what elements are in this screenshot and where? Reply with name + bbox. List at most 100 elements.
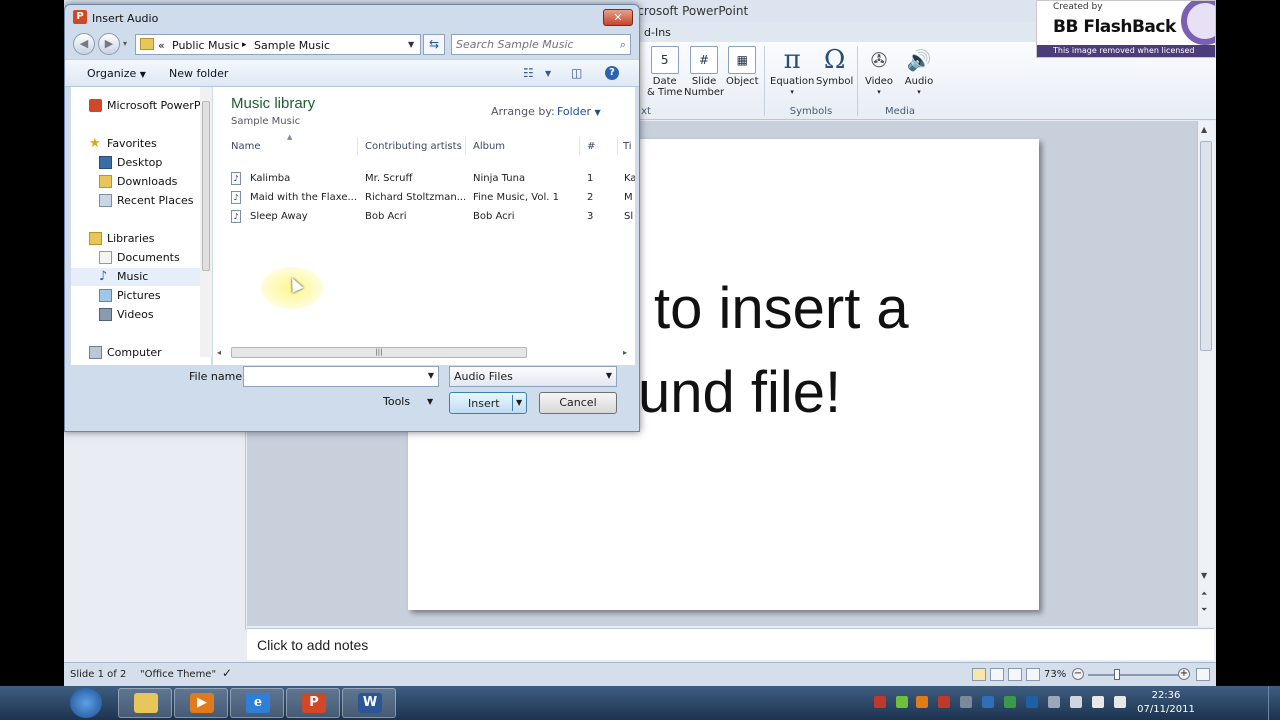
- tray-app-icon[interactable]: [1048, 696, 1060, 708]
- nav-item-favorites[interactable]: ★ Favorites: [71, 135, 211, 153]
- column-header-title[interactable]: Ti: [623, 141, 632, 152]
- slide-text-line-2[interactable]: und file!: [638, 351, 841, 435]
- nav-item-recent-places[interactable]: Recent Places: [71, 192, 211, 210]
- column-header-album[interactable]: Album: [473, 141, 505, 152]
- file-list-horizontal-scrollbar[interactable]: ◂ ||| ▸: [213, 345, 635, 362]
- scroll-down-icon[interactable]: ▼: [1201, 571, 1207, 580]
- tray-app-icon[interactable]: [1004, 696, 1016, 708]
- notes-pane[interactable]: Click to add notes: [247, 628, 1214, 660]
- file-row[interactable]: ♪ Maid with the Flaxe... Richard Stoltzm…: [225, 188, 635, 207]
- slideshow-icon[interactable]: [1026, 668, 1040, 681]
- search-input[interactable]: [456, 37, 606, 52]
- nav-item-music[interactable]: ♪ Music: [71, 268, 211, 286]
- column-divider[interactable]: [465, 137, 466, 155]
- close-button[interactable]: ✕: [603, 9, 633, 26]
- nav-item-documents[interactable]: Documents: [71, 249, 211, 267]
- zoom-slider[interactable]: [1088, 674, 1178, 676]
- object-button[interactable]: ▦ Object: [726, 46, 759, 87]
- nav-item-videos[interactable]: Videos: [71, 306, 211, 324]
- network-icon[interactable]: [1092, 696, 1104, 708]
- forward-button[interactable]: ▶: [98, 33, 120, 55]
- scroll-up-icon[interactable]: ▲: [1201, 125, 1207, 134]
- back-button[interactable]: ◀: [73, 33, 95, 55]
- recent-locations-icon[interactable]: ▾: [123, 39, 127, 48]
- search-icon[interactable]: ⌕: [620, 38, 626, 52]
- fit-to-window-icon[interactable]: [1196, 668, 1210, 681]
- tools-button[interactable]: Tools: [383, 395, 410, 408]
- notes-placeholder[interactable]: Click to add notes: [257, 637, 368, 653]
- file-name-input[interactable]: [247, 369, 417, 384]
- nav-pane-scrollbar[interactable]: [200, 87, 212, 357]
- tray-app-icon[interactable]: [982, 696, 994, 708]
- search-box[interactable]: ⌕: [451, 34, 631, 55]
- breadcrumb-public-music[interactable]: Public Music: [172, 39, 239, 52]
- preview-pane-icon[interactable]: ◫: [571, 66, 582, 80]
- nav-item-computer[interactable]: Computer: [71, 344, 211, 362]
- dialog-titlebar[interactable]: P Insert Audio ✕: [65, 5, 639, 31]
- show-desktop-button[interactable]: [1268, 686, 1280, 720]
- tray-app-icon[interactable]: [874, 696, 886, 708]
- system-clock[interactable]: 22:36 07/11/2011: [1136, 689, 1196, 717]
- nav-item-powerpoint[interactable]: Microsoft PowerPo: [71, 97, 211, 115]
- symbol-button[interactable]: Ω Symbol: [816, 46, 853, 87]
- tab-add-ins[interactable]: d-Ins: [644, 26, 671, 39]
- zoom-slider-thumb[interactable]: [1114, 669, 1120, 680]
- tray-battery-icon[interactable]: [896, 696, 908, 708]
- nav-item-downloads[interactable]: Downloads: [71, 173, 211, 191]
- scrollbar-thumb[interactable]: [1200, 141, 1212, 351]
- file-name-combobox[interactable]: ▼: [243, 366, 439, 387]
- volume-icon[interactable]: [1114, 696, 1126, 708]
- column-header-name[interactable]: Name: [231, 141, 261, 152]
- tray-app-icon[interactable]: [938, 696, 950, 708]
- reading-view-icon[interactable]: [1008, 668, 1022, 681]
- view-dropdown-icon[interactable]: ▼: [545, 69, 551, 78]
- file-type-select[interactable]: Audio Files ▼: [449, 366, 617, 387]
- insert-dropdown-icon[interactable]: ▼: [516, 398, 522, 407]
- address-dropdown-icon[interactable]: ▼: [408, 40, 414, 49]
- slide-text-line-1[interactable]: to insert a: [654, 267, 909, 351]
- tray-app-icon[interactable]: [916, 696, 928, 708]
- scrollbar-thumb[interactable]: [202, 101, 210, 271]
- slide-sorter-icon[interactable]: [990, 668, 1004, 681]
- address-bar[interactable]: « Public Music ▸ Sample Music ▼: [135, 34, 421, 55]
- breadcrumb-separator-icon[interactable]: ▸: [242, 40, 247, 50]
- nav-item-pictures[interactable]: Pictures: [71, 287, 211, 305]
- video-button[interactable]: ✇ Video ▾: [864, 46, 894, 98]
- tray-app-icon[interactable]: [960, 696, 972, 708]
- organize-button[interactable]: Organize ▼: [87, 67, 146, 80]
- nav-item-desktop[interactable]: Desktop: [71, 154, 211, 172]
- scroll-left-icon[interactable]: ◂: [217, 348, 221, 357]
- scrollbar-thumb[interactable]: |||: [231, 347, 527, 358]
- tray-app-icon[interactable]: [1070, 696, 1082, 708]
- column-divider[interactable]: [579, 137, 580, 155]
- date-time-button[interactable]: 5 Date & Time: [647, 46, 682, 98]
- tools-dropdown-icon[interactable]: ▼: [427, 397, 433, 406]
- nav-item-libraries[interactable]: Libraries: [71, 230, 211, 248]
- new-folder-button[interactable]: New folder: [169, 67, 228, 80]
- insert-button[interactable]: Insert ▼: [449, 392, 527, 414]
- arrange-by-dropdown[interactable]: Folder ▼: [557, 105, 601, 118]
- next-slide-icon[interactable]: ⏷: [1201, 605, 1207, 615]
- file-row[interactable]: ♪ Sleep Away Bob Acri Bob Acri 3 Sl: [225, 207, 635, 226]
- taskbar-powerpoint[interactable]: P: [286, 688, 340, 718]
- scroll-right-icon[interactable]: ▸: [623, 348, 627, 357]
- breadcrumb-overflow[interactable]: «: [158, 39, 165, 52]
- refresh-icon[interactable]: ⇆: [423, 34, 445, 55]
- tray-app-icon[interactable]: [1026, 696, 1038, 708]
- column-header-artists[interactable]: Contributing artists: [365, 141, 462, 152]
- zoom-out-icon[interactable]: −: [1072, 668, 1084, 680]
- file-name-dropdown-icon[interactable]: ▼: [428, 371, 434, 380]
- column-divider[interactable]: [357, 137, 358, 155]
- help-icon[interactable]: ?: [605, 66, 619, 80]
- slide-number-button[interactable]: # Slide Number: [684, 46, 724, 98]
- column-divider[interactable]: [617, 137, 618, 155]
- normal-view-icon[interactable]: [972, 668, 986, 681]
- spellcheck-icon[interactable]: ✓: [222, 666, 232, 680]
- slide-vertical-scrollbar[interactable]: ▲ ▼ ⏶ ⏷: [1197, 121, 1214, 626]
- start-button-icon[interactable]: [70, 688, 102, 718]
- taskbar-media-player[interactable]: ▶: [174, 688, 228, 718]
- file-row[interactable]: ♪ Kalimba Mr. Scruff Ninja Tuna 1 Ka: [225, 169, 635, 188]
- breadcrumb-sample-music[interactable]: Sample Music: [254, 39, 330, 52]
- zoom-in-icon[interactable]: +: [1178, 668, 1190, 680]
- taskbar-explorer[interactable]: [118, 688, 172, 718]
